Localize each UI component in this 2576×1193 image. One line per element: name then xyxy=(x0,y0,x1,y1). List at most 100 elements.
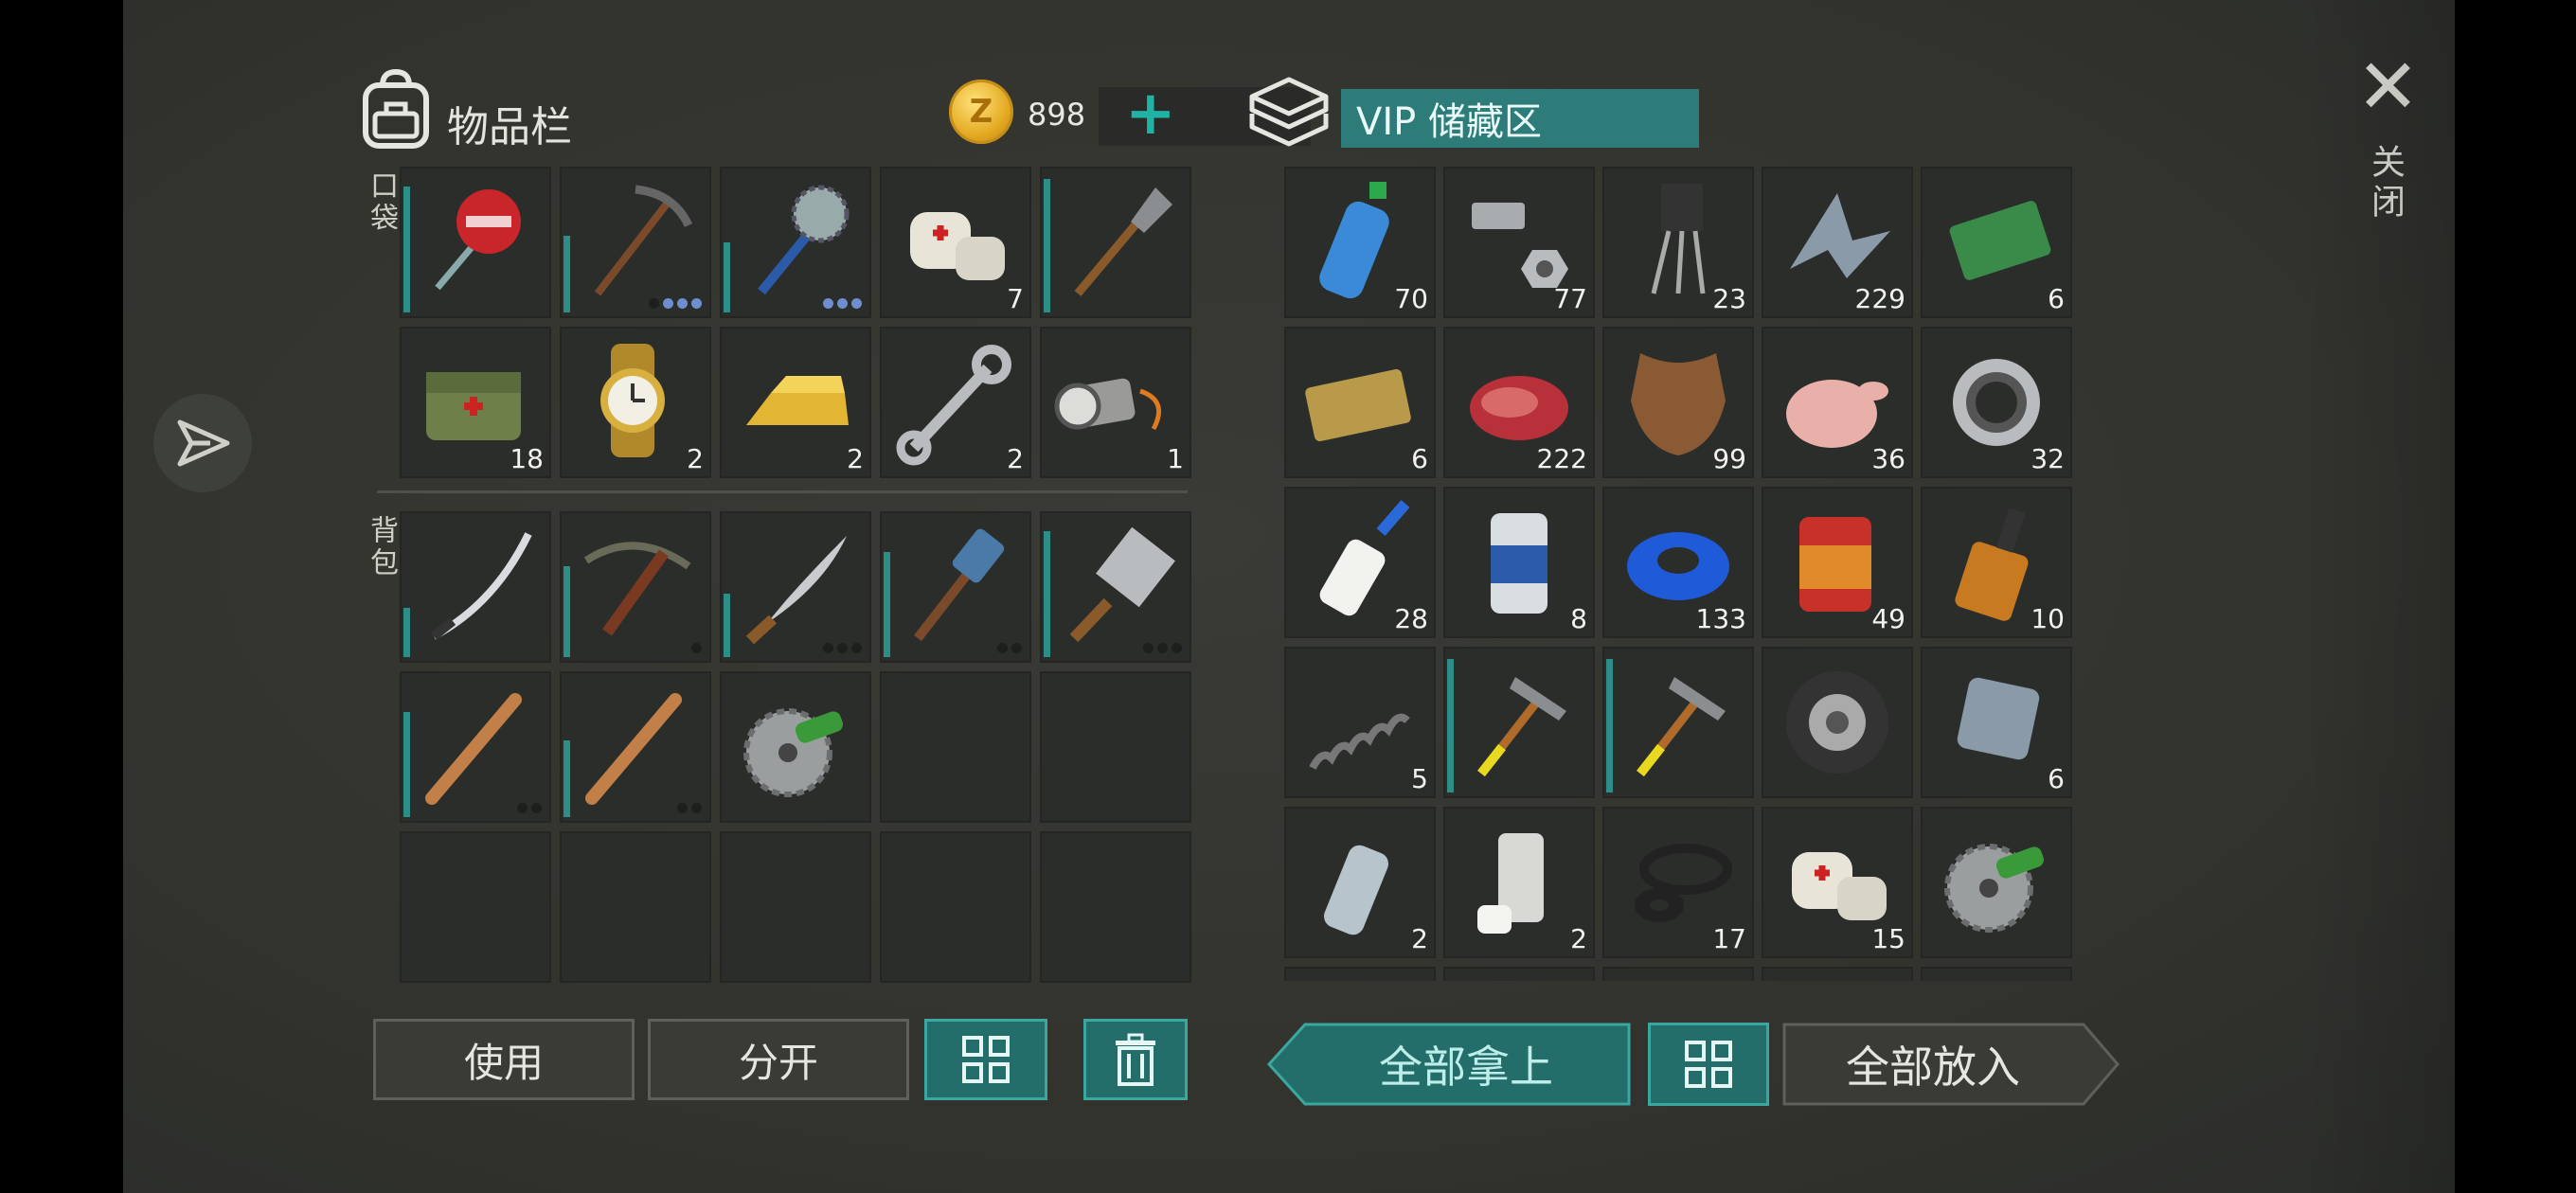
empty-slot[interactable] xyxy=(880,831,1031,983)
take-all-button[interactable]: 全部拿上 xyxy=(1267,1023,1633,1106)
item-slot[interactable] xyxy=(560,167,711,318)
item-slot[interactable]: 133 xyxy=(1602,487,1754,638)
item-slot[interactable] xyxy=(880,511,1031,663)
empty-slot[interactable] xyxy=(400,831,551,983)
item-slot[interactable]: 6 xyxy=(1921,167,2072,318)
close-label[interactable]: 关闭 xyxy=(2360,144,2409,223)
durability-bar xyxy=(403,187,410,312)
item-slot[interactable] xyxy=(1762,967,1913,981)
item-count: 5 xyxy=(1411,763,1428,794)
item-count: 28 xyxy=(1394,603,1428,634)
item-slot[interactable]: 2 xyxy=(720,327,871,478)
katana-icon xyxy=(430,532,532,640)
item-count: 99 xyxy=(1712,443,1746,474)
item-slot[interactable] xyxy=(720,167,871,318)
item-slot[interactable]: 17 xyxy=(1602,807,1754,958)
item-slot[interactable]: 1 xyxy=(1040,327,1191,478)
item-slot[interactable] xyxy=(720,511,871,663)
put-all-button[interactable]: 全部放入 xyxy=(1782,1023,2120,1106)
item-slot[interactable] xyxy=(560,671,711,823)
take-all-label: 全部拿上 xyxy=(1379,1042,1553,1093)
item-slot[interactable] xyxy=(1762,647,1913,798)
empty-slot[interactable] xyxy=(560,831,711,983)
item-slot[interactable] xyxy=(400,167,551,318)
item-slot[interactable]: 6 xyxy=(1284,327,1436,478)
stop-sign-icon xyxy=(435,189,521,291)
item-slot[interactable]: 10 xyxy=(1921,487,2072,638)
item-slot[interactable]: 6 xyxy=(1921,647,2072,798)
storage-scroll-area[interactable]: 70 77 23 229 6 6 222 99 36 32 28 8 133 49 10 5 6 2 2 17 15 xyxy=(1284,167,2076,981)
item-slot[interactable]: 18 xyxy=(400,327,551,478)
durability-bar xyxy=(564,236,570,312)
close-button[interactable]: ✕ xyxy=(2356,49,2420,125)
item-slot[interactable]: 23 xyxy=(1602,167,1754,318)
item-count: 23 xyxy=(1712,283,1746,314)
item-slot[interactable]: 2 xyxy=(880,327,1031,478)
flashlight-icon xyxy=(1054,378,1162,431)
item-slot[interactable]: 2 xyxy=(1284,807,1436,958)
item-slot[interactable]: 229 xyxy=(1762,167,1913,318)
upgrade-dots xyxy=(677,803,702,813)
item-slot[interactable]: 77 xyxy=(1443,167,1595,318)
tire-icon xyxy=(1786,671,1888,774)
split-button[interactable]: 分开 xyxy=(648,1019,909,1100)
delete-button[interactable] xyxy=(1083,1019,1188,1100)
item-slot[interactable] xyxy=(400,511,551,663)
item-slot[interactable] xyxy=(400,671,551,823)
trash-icon xyxy=(1116,1033,1155,1086)
item-slot[interactable]: 222 xyxy=(1443,327,1595,478)
item-count: 8 xyxy=(1570,603,1587,634)
sort-storage-button[interactable] xyxy=(1648,1023,1769,1106)
item-slot[interactable] xyxy=(560,511,711,663)
durability-bar xyxy=(884,552,890,657)
item-slot[interactable]: 99 xyxy=(1602,327,1754,478)
item-slot[interactable]: 7 xyxy=(880,167,1031,318)
durability-bar xyxy=(564,740,570,817)
item-count: 2 xyxy=(1411,923,1428,954)
item-slot[interactable]: 15 xyxy=(1762,807,1913,958)
item-slot[interactable] xyxy=(1284,967,1436,981)
item-slot[interactable]: 36 xyxy=(1762,327,1913,478)
baseball-bat-icon xyxy=(585,693,682,805)
ration-coupon-icon xyxy=(1949,201,2051,280)
item-slot[interactable]: 49 xyxy=(1762,487,1913,638)
item-slot[interactable] xyxy=(720,671,871,823)
saw-mace-icon xyxy=(758,185,850,295)
item-count: 222 xyxy=(1536,443,1587,474)
sort-inventory-button[interactable] xyxy=(924,1019,1047,1100)
item-slot[interactable] xyxy=(1040,511,1191,663)
empty-slot[interactable] xyxy=(1040,671,1191,823)
grid-sort-icon xyxy=(962,1036,1010,1083)
item-slot[interactable]: 32 xyxy=(1921,327,2072,478)
gold-bar-icon xyxy=(746,376,849,425)
item-slot[interactable] xyxy=(1602,967,1754,981)
durability-bar xyxy=(1044,531,1050,657)
send-button[interactable] xyxy=(153,394,252,492)
hammer-icon xyxy=(1477,677,1566,777)
item-count: 36 xyxy=(1871,443,1905,474)
add-coins-button[interactable]: + xyxy=(1125,83,1176,144)
item-slot[interactable] xyxy=(1921,967,2072,981)
durability-bar xyxy=(1447,659,1454,792)
empty-slot[interactable] xyxy=(1040,831,1191,983)
item-slot[interactable] xyxy=(1443,967,1595,981)
item-slot[interactable]: 2 xyxy=(1443,807,1595,958)
item-slot[interactable]: 28 xyxy=(1284,487,1436,638)
item-slot[interactable] xyxy=(1443,647,1595,798)
bandage-icon xyxy=(910,212,1005,280)
use-button[interactable]: 使用 xyxy=(373,1019,635,1100)
item-slot[interactable]: 8 xyxy=(1443,487,1595,638)
item-slot[interactable]: 5 xyxy=(1284,647,1436,798)
item-count: 6 xyxy=(2048,283,2065,314)
durability-bar xyxy=(403,712,410,817)
item-slot[interactable]: 70 xyxy=(1284,167,1436,318)
item-slot[interactable] xyxy=(1602,647,1754,798)
empty-slot[interactable] xyxy=(720,831,871,983)
section-divider xyxy=(377,490,1188,493)
item-slot[interactable] xyxy=(1040,167,1191,318)
item-slot[interactable] xyxy=(1921,807,2072,958)
spring-icon xyxy=(1309,713,1410,770)
item-slot[interactable]: 2 xyxy=(560,327,711,478)
empty-slot[interactable] xyxy=(880,671,1031,823)
backpack-icon xyxy=(360,68,432,153)
